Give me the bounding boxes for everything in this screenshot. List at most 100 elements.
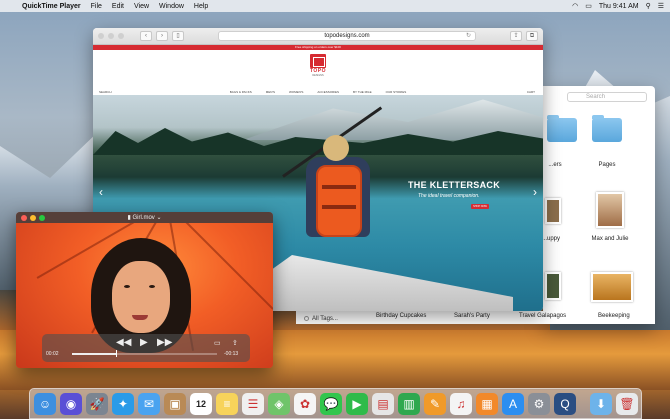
- quicktime-titlebar: ▮ Girl.mov ⌄: [16, 212, 273, 223]
- spotlight-icon[interactable]: ⚲: [646, 2, 651, 10]
- calendar-icon[interactable]: 12: [190, 392, 212, 415]
- finder-label-row: Birthday Cupcakes Sarah's Party Travel G…: [296, 311, 655, 324]
- dock: ☺ ◉ 🚀 ✦ ✉ ▣ 12 ≡ ☰ ◈ ✿ 💬 ▶ ▤ ▥ ✎ ♫ ▦ A ⚙ Q ⬇ 🗑: [29, 388, 642, 419]
- menu-file[interactable]: File: [91, 3, 102, 10]
- elapsed-time: 00:02: [46, 351, 59, 357]
- promo-banner[interactable]: Free shipping on orders over $100: [93, 45, 543, 50]
- siri-icon[interactable]: ◉: [60, 392, 82, 415]
- tabs-button[interactable]: ⧉: [526, 31, 538, 41]
- safari-icon[interactable]: ✦: [112, 392, 134, 415]
- messages-icon[interactable]: 💬: [320, 392, 342, 415]
- mail-icon[interactable]: ✉: [138, 392, 160, 415]
- share-icon[interactable]: ⇪: [232, 339, 238, 347]
- menu-window[interactable]: Window: [159, 3, 184, 10]
- menu-view[interactable]: View: [134, 3, 149, 10]
- notes-icon[interactable]: ≡: [216, 392, 238, 415]
- pages-icon[interactable]: ✎: [424, 392, 446, 415]
- sidebar-button[interactable]: ▯: [172, 31, 184, 41]
- finder-item-label: Sarah's Party: [454, 313, 490, 319]
- safari-toolbar: ‹ › ▯ topodesigns.com ↻ ⇪ ⧉: [93, 28, 543, 45]
- photos-icon[interactable]: ✿: [294, 392, 316, 415]
- scrubber-handle[interactable]: [115, 350, 117, 357]
- menu-help[interactable]: Help: [194, 3, 208, 10]
- carousel-prev-icon[interactable]: ‹: [99, 185, 103, 199]
- minimize-button[interactable]: [108, 33, 114, 39]
- logo-subtext: DESIGNS: [312, 74, 324, 77]
- play-icon[interactable]: ▶: [140, 337, 148, 348]
- photo-thumbnail[interactable]: [545, 198, 561, 224]
- ibooks-icon[interactable]: ▦: [476, 392, 498, 415]
- system-preferences-icon[interactable]: ⚙: [528, 392, 550, 415]
- zoom-button[interactable]: [118, 33, 124, 39]
- nav-item[interactable]: BAGS & PACKS: [230, 90, 252, 94]
- nav-item[interactable]: MEN'S: [266, 90, 275, 94]
- folder-icon[interactable]: [547, 115, 577, 142]
- quicktime-icon[interactable]: Q: [554, 392, 576, 415]
- app-store-icon[interactable]: A: [502, 392, 524, 415]
- clock[interactable]: Thu 9:41 AM: [599, 3, 639, 10]
- notification-center-icon[interactable]: ☰: [658, 2, 664, 10]
- downloads-folder-icon[interactable]: ⬇: [590, 392, 612, 415]
- reminders-icon[interactable]: ☰: [242, 392, 264, 415]
- nav-item[interactable]: BY THE MILE: [353, 90, 372, 94]
- scrubber-track[interactable]: [72, 353, 217, 355]
- photo-thumbnail[interactable]: [545, 272, 561, 300]
- wifi-icon[interactable]: ◠: [572, 2, 578, 10]
- contacts-icon[interactable]: ▣: [164, 392, 186, 415]
- nav-item[interactable]: OUR STORIES: [386, 90, 407, 94]
- finder-icon[interactable]: ☺: [34, 392, 56, 415]
- menu-bar: QuickTime Player File Edit View Window H…: [0, 0, 670, 12]
- trash-icon[interactable]: 🗑: [616, 392, 638, 415]
- remaining-time: -00:13: [224, 351, 239, 357]
- window-title: ▮ Girl.mov ⌄: [127, 215, 162, 221]
- site-search-link[interactable]: SEARCH: [99, 90, 112, 94]
- video-subject-face: [112, 261, 170, 333]
- airplay-icon[interactable]: ▭: [214, 339, 221, 347]
- playback-controls: ◀◀ ▶ ▶▶ ▭ ⇪ 00:02 -00:13: [42, 334, 250, 362]
- backpack-image: [316, 165, 362, 237]
- finder-item-label: Max and Julie: [591, 236, 629, 242]
- keynote-icon[interactable]: ▤: [372, 392, 394, 415]
- facetime-icon[interactable]: ▶: [346, 392, 368, 415]
- scrubber-progress: [72, 353, 116, 355]
- menu-extras: ◠ ▭ Thu 9:41 AM ⚲ ☰: [572, 2, 664, 11]
- site-header: TOPO DESIGNS: [93, 54, 543, 87]
- nav-item[interactable]: ACCESSORIES: [317, 90, 339, 94]
- photo-thumbnail[interactable]: [596, 192, 624, 228]
- rewind-icon[interactable]: ◀◀: [116, 337, 131, 348]
- address-bar[interactable]: topodesigns.com ↻: [218, 31, 476, 41]
- nav-item[interactable]: WOMEN'S: [289, 90, 303, 94]
- menu-edit[interactable]: Edit: [112, 3, 124, 10]
- cart-link[interactable]: CART: [527, 90, 535, 94]
- launchpad-icon[interactable]: 🚀: [86, 392, 108, 415]
- hero-subtitle: The ideal travel companion.: [418, 193, 480, 199]
- pages-folder-icon[interactable]: [592, 115, 622, 142]
- app-menu[interactable]: QuickTime Player: [22, 3, 81, 10]
- share-button[interactable]: ⇪: [510, 31, 522, 41]
- tags-label: All Tags...: [312, 315, 338, 322]
- video-frame[interactable]: ◀◀ ▶ ▶▶ ▭ ⇪ 00:02 -00:13: [16, 223, 273, 368]
- finder-item-label: Travel Galapagos: [519, 313, 567, 319]
- finder-tags-item[interactable]: All Tags...: [296, 313, 338, 324]
- finder-window: Search ...ers Pages ...uppy Max and Juli…: [542, 86, 655, 324]
- battery-icon[interactable]: ▭: [585, 2, 592, 10]
- fast-forward-icon[interactable]: ▶▶: [157, 337, 172, 348]
- hero-canoe: [253, 255, 513, 311]
- topo-logo-icon[interactable]: [310, 54, 326, 68]
- forward-button[interactable]: ›: [156, 31, 168, 41]
- shop-now-button[interactable]: SHOP NOW: [471, 204, 489, 209]
- hero-title: THE KLETTERSACK: [408, 180, 500, 190]
- url-text: topodesigns.com: [324, 33, 370, 39]
- finder-search-field[interactable]: Search: [567, 92, 647, 102]
- reload-icon[interactable]: ↻: [466, 32, 471, 41]
- numbers-icon[interactable]: ▥: [398, 392, 420, 415]
- quicktime-window: ▮ Girl.mov ⌄ ◀◀ ▶ ▶▶ ▭ ⇪ 00:02 -00:13: [16, 212, 273, 368]
- itunes-icon[interactable]: ♫: [450, 392, 472, 415]
- finder-item-label: Pages: [598, 162, 616, 168]
- close-button[interactable]: [98, 33, 104, 39]
- finder-item-label: Beekeeping: [598, 313, 630, 319]
- back-button[interactable]: ‹: [140, 31, 152, 41]
- maps-icon[interactable]: ◈: [268, 392, 290, 415]
- carousel-next-icon[interactable]: ›: [533, 185, 537, 199]
- photo-thumbnail[interactable]: [591, 272, 633, 302]
